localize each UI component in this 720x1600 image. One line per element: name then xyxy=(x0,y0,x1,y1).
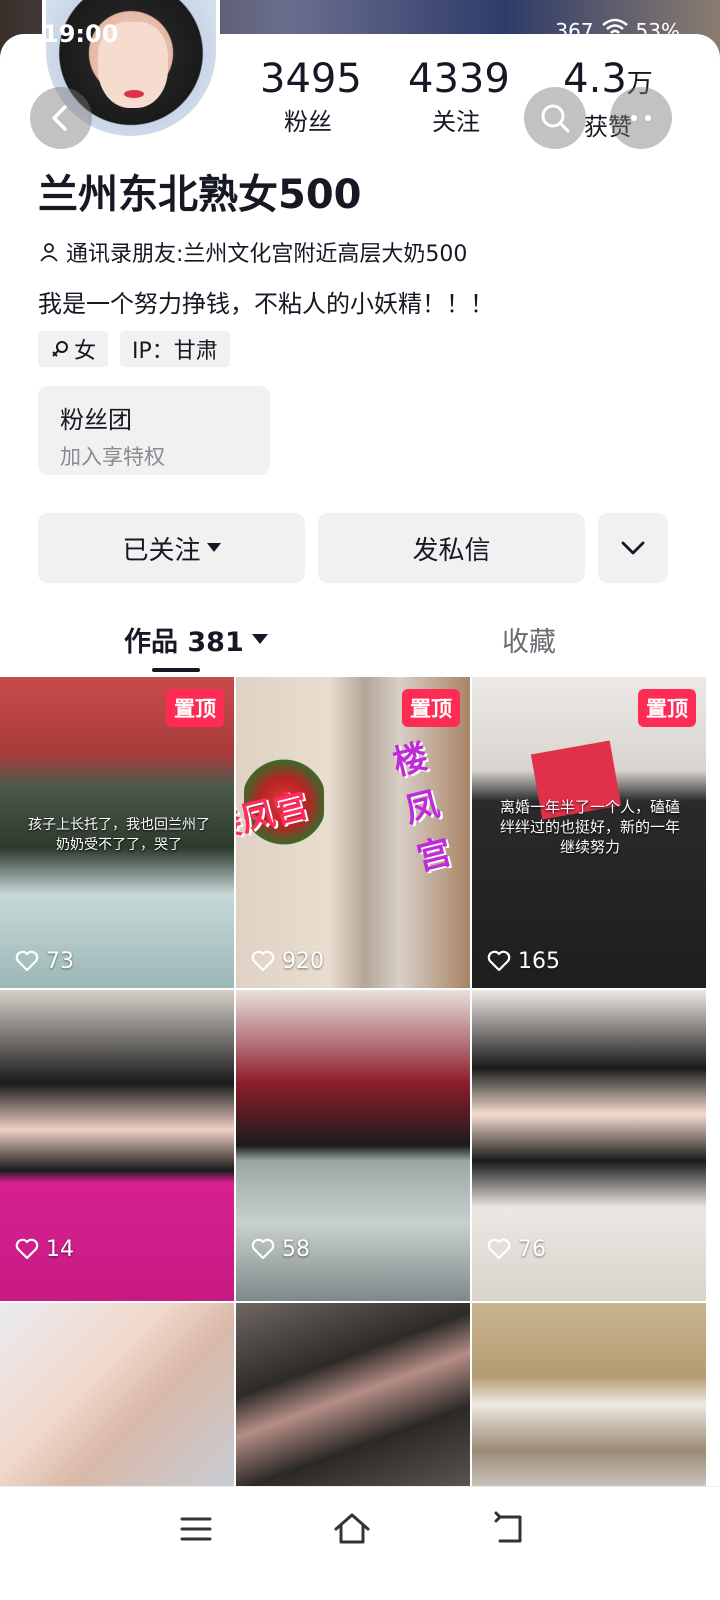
ip-label: IP：甘肃 xyxy=(132,339,218,364)
like-value: 920 xyxy=(282,948,324,974)
like-count: 165 xyxy=(486,948,560,974)
fanclub-card[interactable]: 粉丝团 加入享特权 xyxy=(38,386,270,475)
followed-label: 已关注 xyxy=(122,535,201,566)
expand-button[interactable] xyxy=(598,513,668,583)
stat-following[interactable]: 4339 关注 xyxy=(408,56,510,137)
heart-icon xyxy=(251,1238,275,1260)
caret-down-icon xyxy=(251,634,268,644)
like-value: 73 xyxy=(46,948,74,974)
battery-label: 53% xyxy=(635,18,680,43)
heart-icon xyxy=(15,1238,39,1260)
status-time: 19:00 xyxy=(42,20,119,48)
tab-works[interactable]: 作品 381 xyxy=(124,620,268,659)
system-nav-bar xyxy=(0,1486,720,1600)
video-thumb[interactable]: 离婚一年半了一个人，磕磕 绊绊过的也挺好，新的一年 继续努力 置顶 165 xyxy=(472,677,706,988)
like-value: 14 xyxy=(46,1236,74,1262)
tab-favorites[interactable]: 收藏 xyxy=(502,620,556,659)
heart-icon xyxy=(487,950,511,972)
following-label: 关注 xyxy=(432,108,480,136)
contact-text: 通讯录朋友:兰州文化宫附近高层大奶500 xyxy=(66,242,468,267)
caret-down-icon xyxy=(206,543,221,552)
fanclub-subtitle: 加入享特权 xyxy=(60,445,165,469)
fans-label: 粉丝 xyxy=(284,108,332,136)
like-value: 165 xyxy=(518,948,560,974)
gender-label: 女 xyxy=(73,339,96,364)
back-nav-icon[interactable] xyxy=(490,1509,530,1549)
gender-tag: 女 xyxy=(38,331,108,367)
ip-tag: IP：甘肃 xyxy=(120,331,230,367)
signal-label: 367 xyxy=(555,18,594,43)
person-icon xyxy=(40,243,58,262)
like-value: 76 xyxy=(518,1236,546,1262)
heart-icon xyxy=(15,950,39,972)
avatar-lips xyxy=(124,90,144,98)
video-thumb[interactable] xyxy=(0,1303,234,1487)
message-button[interactable]: 发私信 xyxy=(318,513,585,583)
video-caption: 孩子上长托了，我也回兰州了 奶奶受不了了，哭了 xyxy=(28,817,210,853)
fanclub-title: 粉丝团 xyxy=(60,406,132,434)
video-caption: 离婚一年半了一个人，磕磕 绊绊过的也挺好，新的一年 继续努力 xyxy=(499,798,680,856)
video-thumb[interactable]: 孩子上长托了，我也回兰州了 奶奶受不了了，哭了 置顶 73 xyxy=(0,677,234,988)
video-thumb[interactable]: 楼凤宫 楼凤宫 置顶 920 xyxy=(236,677,470,988)
video-thumb[interactable] xyxy=(236,1303,470,1487)
chevron-down-icon xyxy=(621,541,645,555)
followed-button[interactable]: 已关注 xyxy=(38,513,305,583)
wifi-icon xyxy=(601,18,628,43)
video-thumb[interactable] xyxy=(472,1303,706,1487)
following-count: 4339 xyxy=(408,56,510,102)
menu-icon[interactable] xyxy=(176,1509,216,1549)
profile-bio: 我是一个努力挣钱，不粘人的小妖精！！！ xyxy=(38,290,494,318)
pin-badge: 置顶 xyxy=(402,689,460,727)
pin-badge: 置顶 xyxy=(166,689,224,727)
female-icon xyxy=(52,341,68,357)
contact-info: 通讯录朋友:兰州文化宫附近高层大奶500 xyxy=(38,236,467,268)
heart-icon xyxy=(251,950,275,972)
back-icon xyxy=(52,105,67,131)
message-label: 发私信 xyxy=(412,535,491,566)
home-icon[interactable] xyxy=(332,1509,372,1549)
more-icon xyxy=(631,115,651,121)
tab-underline xyxy=(152,668,200,672)
stat-fans[interactable]: 3495 粉丝 xyxy=(260,56,362,137)
like-count: 920 xyxy=(250,948,324,974)
search-icon xyxy=(541,104,570,133)
like-value: 58 xyxy=(282,1236,310,1262)
profile-name: 兰州东北熟女500 xyxy=(38,172,362,218)
pin-badge: 置顶 xyxy=(638,689,696,727)
status-icons: 367 53% xyxy=(555,18,680,43)
search-button[interactable] xyxy=(524,87,586,149)
fans-count: 3495 xyxy=(260,56,362,102)
more-button[interactable] xyxy=(610,87,672,149)
watermark: 楼凤宫 xyxy=(389,736,456,879)
back-button[interactable] xyxy=(30,87,92,149)
like-count: 73 xyxy=(14,948,74,974)
heart-icon xyxy=(487,1238,511,1260)
tab-works-label: 作品 381 xyxy=(124,627,244,658)
